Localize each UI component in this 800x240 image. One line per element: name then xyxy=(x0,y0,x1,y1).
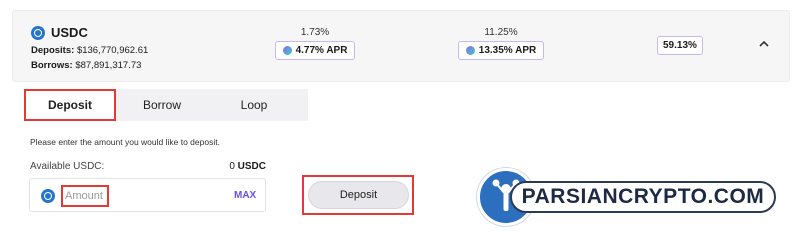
deposit-apr-value: 4.77% APR xyxy=(295,45,348,56)
usdc-coin-icon xyxy=(31,25,45,40)
action-tabs: Deposit Borrow Loop xyxy=(24,89,308,121)
utilization-badge: 59.13% xyxy=(657,36,703,55)
deposit-apr-badge: 4.77% APR xyxy=(274,41,356,60)
tab-loop[interactable]: Loop xyxy=(208,89,300,121)
borrow-apr-value: 13.35% APR xyxy=(478,45,537,56)
available-unit: USDC xyxy=(237,161,266,172)
deposits-value: $136,770,962.61 xyxy=(76,45,149,56)
deposit-rate: 1.73% xyxy=(300,27,330,38)
borrow-rate-column: 11.25% 13.35% APR xyxy=(451,27,551,60)
borrow-rate: 11.25% xyxy=(484,27,518,38)
usdc-coin-icon xyxy=(41,189,55,203)
reward-token-icon xyxy=(282,46,292,55)
amount-input[interactable] xyxy=(61,185,109,207)
tab-borrow[interactable]: Borrow xyxy=(116,89,208,121)
deposit-button-highlight: Deposit xyxy=(302,175,414,215)
deposits-label: Deposits: xyxy=(31,45,75,56)
watermark-text: PARSIANCRYPTO.COM xyxy=(510,181,776,213)
available-balance-label: Available USDC: xyxy=(30,161,105,172)
borrow-apr-badge: 13.35% APR xyxy=(457,41,545,60)
available-balance: 0 USDC xyxy=(220,161,266,172)
deposit-rate-column: 1.73% 4.77% APR xyxy=(270,27,360,60)
asset-header: USDC xyxy=(31,25,88,40)
borrows-value: $87,891,317.73 xyxy=(75,60,142,71)
borrows-stat: Borrows: $87,891,317.73 xyxy=(31,60,141,71)
borrows-label: Borrows: xyxy=(31,60,73,71)
asset-name: USDC xyxy=(51,25,88,40)
deposit-button[interactable]: Deposit xyxy=(308,181,409,209)
amount-field: MAX xyxy=(29,178,266,212)
deposits-stat: Deposits: $136,770,962.61 xyxy=(31,45,148,56)
deposit-instructions: Please enter the amount you would like t… xyxy=(30,137,220,147)
tab-deposit[interactable]: Deposit xyxy=(24,89,116,121)
available-amount: 0 xyxy=(229,161,235,172)
reward-token-icon xyxy=(465,46,475,55)
chevron-up-icon[interactable] xyxy=(758,37,770,49)
max-button[interactable]: MAX xyxy=(234,190,256,201)
